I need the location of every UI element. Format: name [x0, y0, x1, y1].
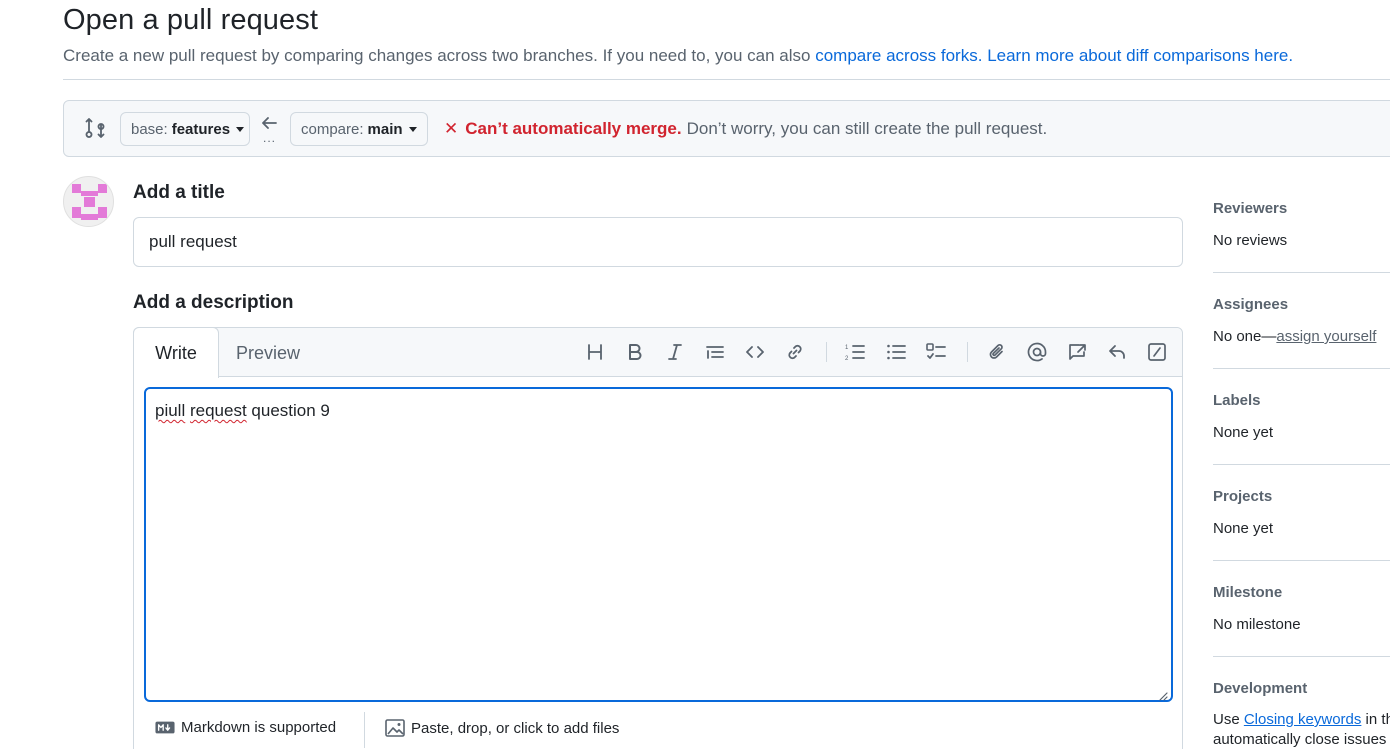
projects-value: None yet	[1213, 520, 1274, 537]
compare-branch-select[interactable]: compare: main	[290, 112, 428, 146]
svg-text:2: 2	[845, 356, 849, 362]
page-title: Open a pull request	[63, 4, 319, 36]
editor-toolbar: Write Preview 12	[133, 327, 1182, 378]
compare-range-bar: base: features ... compare: main ✕ Can’t a…	[63, 100, 1390, 157]
sidebar-reviewers[interactable]: Reviewers No reviews	[1213, 200, 1390, 249]
closing-keywords-link[interactable]: Closing keywords	[1244, 711, 1362, 728]
assign-yourself-link[interactable]: assign yourself	[1276, 328, 1376, 345]
assignees-heading: Assignees	[1213, 296, 1289, 313]
page-subtitle: Create a new pull request by comparing c…	[63, 46, 1293, 66]
title-input[interactable]	[133, 217, 1183, 267]
files-note-text: Paste, drop, or click to add files	[411, 719, 620, 737]
labels-heading: Labels	[1213, 392, 1261, 409]
unordered-list-icon[interactable]	[884, 340, 908, 364]
sidebar-divider	[1213, 464, 1390, 465]
merge-status: ✕ Can’t automatically merge. Don’t worry…	[444, 119, 1047, 139]
title-heading: Add a title	[133, 182, 225, 203]
mention-icon[interactable]	[1025, 340, 1049, 364]
resize-handle-icon[interactable]	[1158, 688, 1168, 701]
base-branch-name: features	[171, 120, 231, 138]
markdown-note-text: Markdown is supported	[181, 719, 337, 736]
description-text: question 9	[246, 401, 330, 420]
sidebar-divider	[1213, 656, 1390, 657]
projects-heading: Projects	[1213, 488, 1273, 505]
development-line2: automatically close issues	[1213, 731, 1387, 748]
compare-branch-name: main	[367, 120, 403, 138]
caret-down-icon	[408, 126, 417, 132]
description-heading: Add a description	[133, 292, 294, 313]
x-icon: ✕	[444, 119, 459, 138]
git-compare-icon	[84, 116, 106, 140]
task-list-icon[interactable]	[924, 340, 948, 364]
markdown-supported[interactable]: Markdown is supported	[155, 719, 336, 736]
ordered-list-icon[interactable]: 12	[843, 340, 867, 364]
bold-icon[interactable]	[623, 340, 647, 364]
reviewers-heading: Reviewers	[1213, 200, 1288, 217]
compare-forks-link[interactable]: compare across forks.	[815, 46, 982, 65]
labels-value: None yet	[1213, 424, 1274, 441]
sidebar-milestone[interactable]: Milestone No milestone	[1213, 584, 1390, 633]
sidebar-development[interactable]: Development Use Closing keywords in th au…	[1213, 680, 1390, 749]
quote-icon[interactable]	[703, 340, 727, 364]
italic-icon[interactable]	[663, 340, 687, 364]
sidebar-divider	[1213, 368, 1390, 369]
misspelled-word: piull	[155, 401, 186, 420]
toolbar-divider	[967, 342, 968, 362]
subtitle-text: Create a new pull request by comparing c…	[63, 46, 816, 65]
svg-text:1: 1	[845, 345, 849, 351]
sidebar-projects[interactable]: Projects None yet	[1213, 488, 1390, 537]
base-branch-select[interactable]: base: features	[120, 112, 250, 146]
learn-more-link[interactable]: Learn more about diff comparisons here.	[987, 46, 1293, 65]
development-value: Use Closing keywords in th automatically …	[1213, 710, 1390, 749]
code-icon[interactable]	[743, 340, 767, 364]
editor-footer: Markdown is supported Paste, drop, or cl…	[134, 712, 1182, 749]
sidebar-divider	[1213, 560, 1390, 561]
range-ellipsis: ...	[263, 131, 277, 145]
development-prefix: Use	[1213, 711, 1244, 728]
sidebar-labels[interactable]: Labels None yet	[1213, 392, 1390, 441]
reference-icon[interactable]	[1065, 340, 1089, 364]
description-textarea[interactable]: piull request question 9	[144, 387, 1173, 702]
footer-divider	[364, 712, 365, 748]
toolbar-divider	[826, 342, 827, 362]
header-divider	[63, 79, 1390, 80]
assignees-value: No one—assign yourself	[1213, 328, 1390, 345]
caret-down-icon	[236, 126, 245, 132]
assignees-none: No one—	[1213, 328, 1277, 345]
development-heading: Development	[1213, 680, 1308, 697]
add-files-button[interactable]: Paste, drop, or click to add files	[385, 719, 619, 737]
milestone-value: No milestone	[1213, 616, 1301, 633]
tab-write[interactable]: Write	[133, 327, 219, 378]
sidebar-assignees[interactable]: Assignees No one—assign yourself	[1213, 296, 1390, 345]
reply-icon[interactable]	[1105, 340, 1129, 364]
attach-icon[interactable]	[985, 340, 1009, 364]
base-label: base:	[131, 120, 168, 138]
slash-commands-icon[interactable]	[1145, 340, 1169, 364]
image-icon	[385, 719, 411, 737]
description-editor: Write Preview 12 piull request question …	[133, 327, 1183, 749]
compare-label: compare:	[301, 120, 364, 138]
link-icon[interactable]	[783, 340, 807, 364]
tab-preview[interactable]: Preview	[222, 328, 314, 378]
heading-icon[interactable]	[583, 340, 607, 364]
merge-message-text: Don’t worry, you can still create the pu…	[686, 119, 1048, 138]
development-suffix: in th	[1365, 711, 1390, 728]
arrow-left-icon	[260, 115, 278, 131]
sidebar-divider	[1213, 272, 1390, 273]
reviewers-value: No reviews	[1213, 232, 1288, 249]
markdown-icon	[155, 721, 175, 734]
milestone-heading: Milestone	[1213, 584, 1283, 601]
avatar[interactable]	[63, 176, 114, 227]
merge-error-text: Can’t automatically merge.	[465, 119, 682, 138]
misspelled-word: request	[189, 401, 247, 420]
